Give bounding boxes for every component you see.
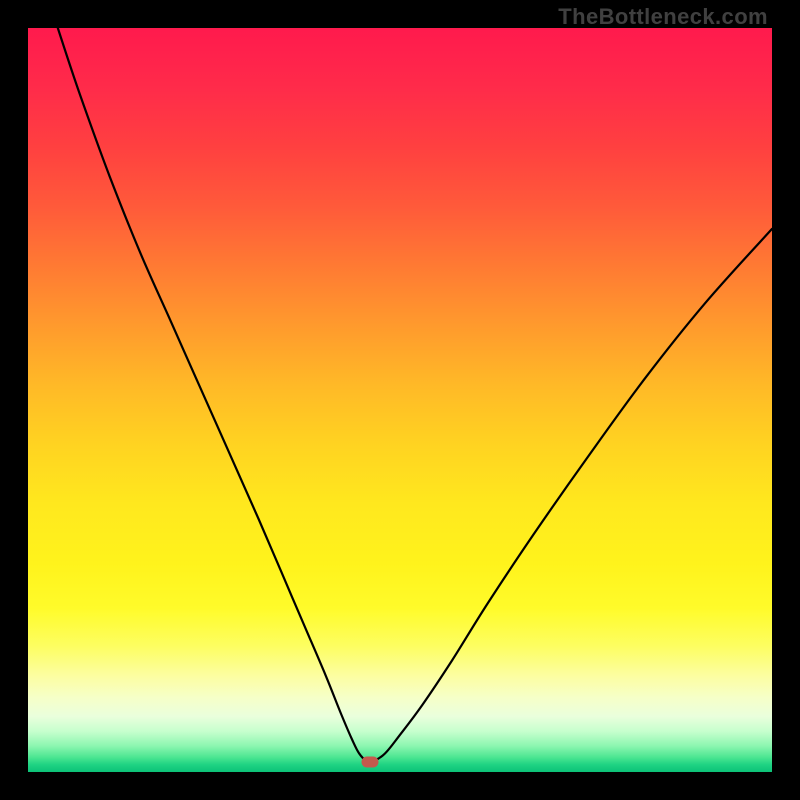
- optimal-marker: [362, 757, 379, 768]
- curve-path: [58, 28, 772, 762]
- chart-frame: TheBottleneck.com: [0, 0, 800, 800]
- bottleneck-curve: [28, 28, 772, 772]
- watermark-text: TheBottleneck.com: [558, 4, 768, 30]
- plot-area: [28, 28, 772, 772]
